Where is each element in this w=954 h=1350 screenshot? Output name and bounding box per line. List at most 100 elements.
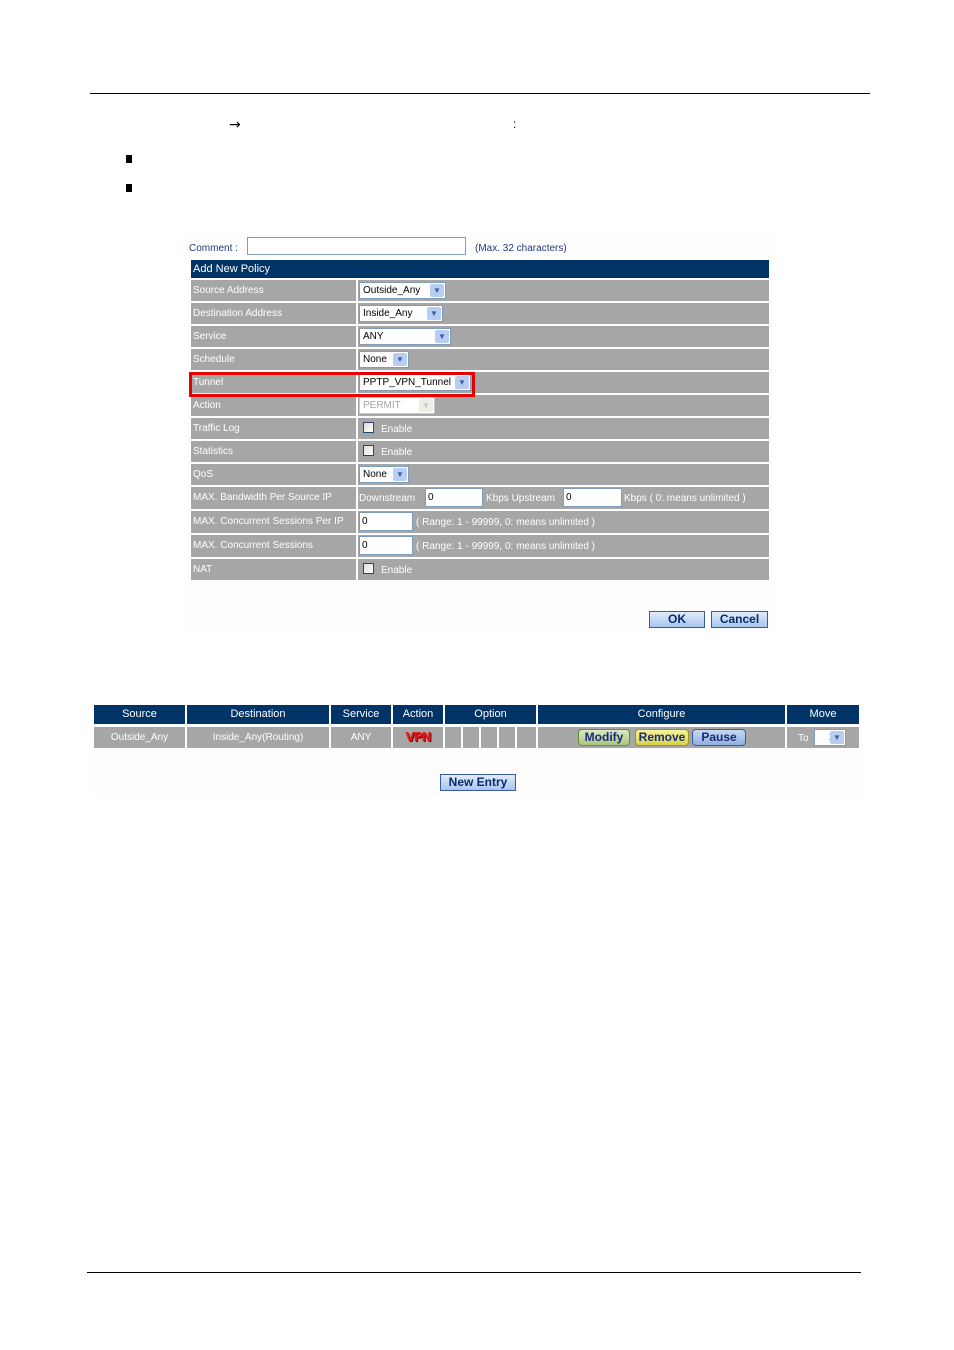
field-label: Tunnel xyxy=(191,372,356,393)
header-rule xyxy=(90,93,870,94)
upstream-label: Kbps Upstream xyxy=(486,493,555,504)
row-max-sessions-per-ip: MAX. Concurrent Sessions Per IP 0 ( Rang… xyxy=(191,511,769,533)
sessions-per-ip-hint: ( Range: 1 - 99999, 0: means unlimited ) xyxy=(416,517,595,528)
max-sessions-per-ip-input[interactable]: 0 xyxy=(359,512,413,531)
field-label: Schedule xyxy=(191,349,356,370)
destination-address-select[interactable]: Inside_Any ▼ xyxy=(359,305,443,322)
ok-button[interactable]: OK xyxy=(649,611,705,628)
field-label: MAX. Bandwidth Per Source IP xyxy=(191,487,356,509)
downstream-label: Downstream xyxy=(359,493,416,504)
field-label: QoS xyxy=(191,464,356,485)
cell-action: VPN xyxy=(393,727,443,748)
cell-move: To 1 ▼ xyxy=(787,727,859,748)
comment-row: Comment : (Max. 32 characters) xyxy=(189,237,779,257)
add-policy-form: Comment : (Max. 32 characters) Add New P… xyxy=(183,232,773,632)
selected-value: Outside_Any xyxy=(363,285,421,296)
new-entry-button[interactable]: New Entry xyxy=(440,774,516,791)
column-header-move: Move xyxy=(787,705,859,724)
sessions-hint: ( Range: 1 - 99999, 0: means unlimited ) xyxy=(416,541,595,552)
field-label: Source Address xyxy=(191,280,356,301)
field-label: MAX. Concurrent Sessions xyxy=(191,535,356,557)
qos-select[interactable]: None ▼ xyxy=(359,466,409,483)
checkbox-label: Enable xyxy=(381,424,413,435)
selected-value: PPTP_VPN_Tunnel xyxy=(363,377,452,388)
chevron-down-icon[interactable]: ▼ xyxy=(393,353,407,366)
field-label: Traffic Log xyxy=(191,418,356,439)
modify-button[interactable]: Modify xyxy=(578,729,630,746)
field-label: MAX. Concurrent Sessions Per IP xyxy=(191,511,356,533)
row-service: Service ANY ▼ xyxy=(191,326,769,347)
table-row: Outside_Any Inside_Any(Routing) ANY VPN … xyxy=(94,727,859,748)
option-cell xyxy=(499,727,515,748)
nat-checkbox[interactable] xyxy=(363,563,374,574)
service-select[interactable]: ANY ▼ xyxy=(359,328,451,345)
chevron-down-icon[interactable]: ▼ xyxy=(393,468,407,481)
list-header: Source Destination Service Action Option… xyxy=(94,705,859,724)
selected-value: ANY xyxy=(363,331,384,342)
pause-button[interactable]: Pause xyxy=(692,729,746,746)
cancel-button[interactable]: Cancel xyxy=(711,611,768,628)
column-header-service: Service xyxy=(331,705,391,724)
chevron-down-icon[interactable]: ▼ xyxy=(455,376,469,389)
chevron-down-icon[interactable]: ▼ xyxy=(435,330,449,343)
chevron-down-icon[interactable]: ▼ xyxy=(830,731,844,744)
cell-service: ANY xyxy=(331,727,391,748)
move-to-label: To xyxy=(798,733,809,744)
checkbox-label: Enable xyxy=(381,447,413,458)
form-title: Add New Policy xyxy=(191,260,769,278)
bandwidth-hint: Kbps ( 0: means unlimited ) xyxy=(624,493,746,504)
option-cell xyxy=(463,727,479,748)
field-label: Statistics xyxy=(191,441,356,462)
arrow-icon: → xyxy=(229,117,241,133)
row-source-address: Source Address Outside_Any ▼ xyxy=(191,280,769,301)
colon-mark: : xyxy=(513,117,517,131)
row-tunnel: Tunnel PPTP_VPN_Tunnel ▼ xyxy=(191,372,769,393)
schedule-select[interactable]: None ▼ xyxy=(359,351,409,368)
row-nat: NAT Enable xyxy=(191,559,769,580)
max-sessions-input[interactable]: 0 xyxy=(359,536,413,555)
chevron-down-icon[interactable]: ▼ xyxy=(430,284,444,297)
row-traffic-log: Traffic Log Enable xyxy=(191,418,769,439)
comment-label: Comment : xyxy=(189,243,238,254)
row-max-sessions: MAX. Concurrent Sessions 0 ( Range: 1 - … xyxy=(191,535,769,557)
field-label: Destination Address xyxy=(191,303,356,324)
option-cell xyxy=(481,727,497,748)
column-header-destination: Destination xyxy=(187,705,329,724)
column-header-source: Source xyxy=(94,705,185,724)
footer-rule xyxy=(87,1272,861,1273)
policy-table: Add New Policy Source Address Outside_An… xyxy=(191,260,769,582)
field-label: NAT xyxy=(191,559,356,580)
option-cell xyxy=(517,727,536,748)
row-destination-address: Destination Address Inside_Any ▼ xyxy=(191,303,769,324)
cell-source: Outside_Any xyxy=(94,727,185,748)
column-header-action: Action xyxy=(393,705,443,724)
source-address-select[interactable]: Outside_Any ▼ xyxy=(359,282,446,299)
column-header-option: Option xyxy=(445,705,536,724)
remove-button[interactable]: Remove xyxy=(635,729,689,746)
selected-value: PERMIT xyxy=(363,400,401,411)
upstream-input[interactable]: 0 xyxy=(563,488,622,507)
row-qos: QoS None ▼ xyxy=(191,464,769,485)
field-label: Action xyxy=(191,395,356,416)
policy-list: Source Destination Service Action Option… xyxy=(92,703,864,796)
downstream-input[interactable]: 0 xyxy=(425,488,483,507)
selected-value: Inside_Any xyxy=(363,308,413,319)
row-action: Action PERMIT ▼ xyxy=(191,395,769,416)
chevron-down-icon: ▼ xyxy=(419,399,433,412)
chevron-down-icon[interactable]: ▼ xyxy=(427,307,441,320)
traffic-log-checkbox[interactable] xyxy=(363,422,374,433)
selected-value: None xyxy=(363,354,387,365)
row-statistics: Statistics Enable xyxy=(191,441,769,462)
comment-input[interactable] xyxy=(247,237,466,255)
move-position-select[interactable]: 1 ▼ xyxy=(814,729,846,746)
tunnel-select[interactable]: PPTP_VPN_Tunnel ▼ xyxy=(359,374,471,391)
row-schedule: Schedule None ▼ xyxy=(191,349,769,370)
comment-hint: (Max. 32 characters) xyxy=(475,243,567,254)
cell-destination: Inside_Any(Routing) xyxy=(187,727,329,748)
checkbox-label: Enable xyxy=(381,565,413,576)
row-max-bandwidth: MAX. Bandwidth Per Source IP Downstream … xyxy=(191,487,769,509)
column-header-configure: Configure xyxy=(538,705,785,724)
action-select: PERMIT ▼ xyxy=(359,397,435,414)
statistics-checkbox[interactable] xyxy=(363,445,374,456)
option-cell xyxy=(445,727,461,748)
